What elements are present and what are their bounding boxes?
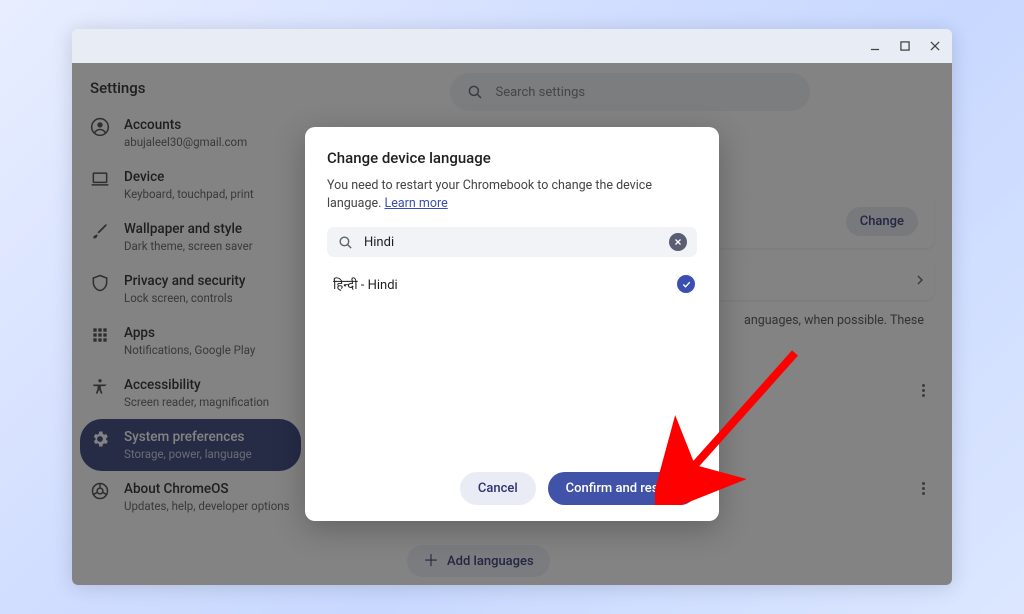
- dialog-subtext: You need to restart your Chromebook to c…: [327, 177, 697, 213]
- app-window: Settings Accounts abujaleel30@gmail.com …: [72, 29, 952, 585]
- language-result-row[interactable]: हिन्दी - Hindi: [327, 257, 697, 295]
- maximize-icon[interactable]: [898, 39, 912, 53]
- search-icon: [337, 234, 354, 251]
- dialog-actions: Cancel Confirm and restart: [327, 472, 697, 505]
- minimize-icon[interactable]: [868, 39, 882, 53]
- language-result-label: हिन्दी - Hindi: [333, 275, 398, 293]
- dialog-search[interactable]: [327, 227, 697, 257]
- change-language-dialog: Change device language You need to resta…: [305, 127, 719, 521]
- confirm-restart-button[interactable]: Confirm and restart: [548, 472, 697, 505]
- selected-check-icon: [677, 275, 695, 293]
- cancel-button[interactable]: Cancel: [460, 472, 536, 505]
- close-icon[interactable]: [928, 39, 942, 53]
- window-titlebar: [72, 29, 952, 63]
- learn-more-link[interactable]: Learn more: [385, 196, 448, 211]
- dialog-title: Change device language: [327, 149, 697, 167]
- clear-search-button[interactable]: [669, 233, 687, 251]
- dialog-search-input[interactable]: [364, 235, 659, 250]
